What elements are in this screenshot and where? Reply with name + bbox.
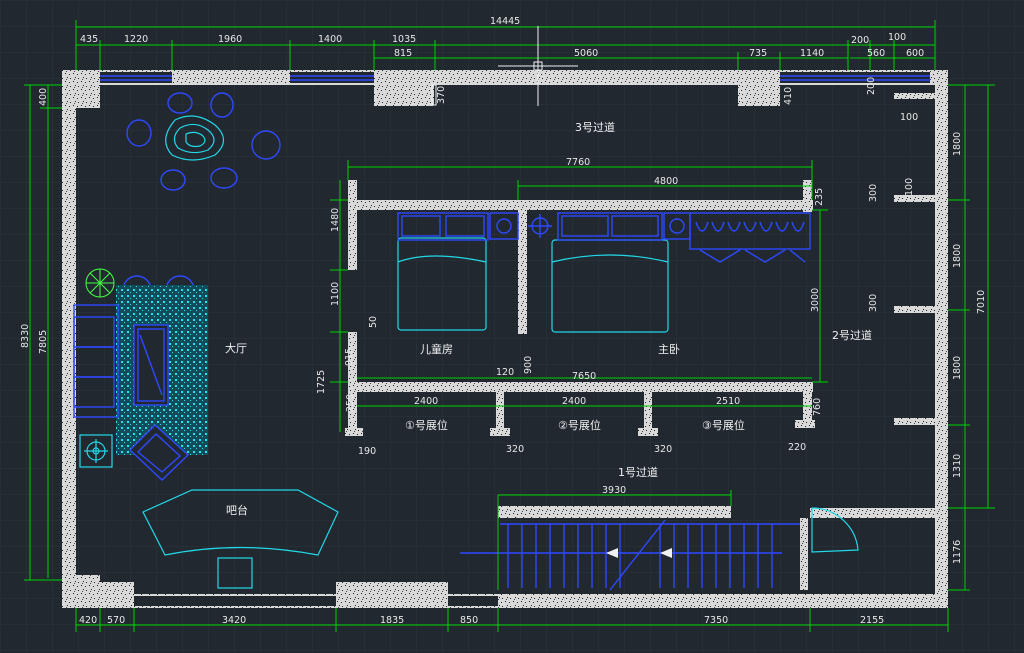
dim-top-600: 600 bbox=[906, 48, 924, 59]
dim-left-7805: 7805 bbox=[38, 330, 49, 354]
label-booth-3: ③号展位 bbox=[702, 418, 745, 432]
plant-icon bbox=[85, 268, 115, 298]
dim-320-b: 320 bbox=[654, 444, 672, 455]
dim-3000: 3000 bbox=[810, 288, 821, 312]
dim-right-1800-a: 1800 bbox=[952, 132, 963, 156]
dim-370: 370 bbox=[436, 86, 447, 104]
dim-top-5060: 5060 bbox=[574, 48, 598, 59]
dim-250: 250 bbox=[345, 394, 356, 412]
dim-bottom-2155: 2155 bbox=[860, 615, 884, 626]
dim-bottom-570: 570 bbox=[107, 615, 125, 626]
dim-100: 100 bbox=[900, 112, 918, 123]
dim-2400-b: 2400 bbox=[562, 396, 586, 407]
dim-top-735: 735 bbox=[749, 48, 767, 59]
dim-right-100: 100 bbox=[904, 178, 915, 196]
dim-bottom-850: 850 bbox=[460, 615, 478, 626]
dim-right-300-a: 300 bbox=[868, 184, 879, 202]
dim-915: 915 bbox=[344, 348, 355, 366]
dim-1725: 1725 bbox=[316, 370, 327, 394]
dim-bottom-7350: 7350 bbox=[704, 615, 728, 626]
dim-3930: 3930 bbox=[602, 485, 626, 496]
floor-plan-canvas: 大厅 儿童房 主卧 吧台 1号过道 2号过道 3号过道 ①号展位 ②号展位 ③号… bbox=[0, 0, 1024, 653]
dim-320-a: 320 bbox=[506, 444, 524, 455]
label-master-bedroom: 主卧 bbox=[658, 343, 680, 356]
dim-220: 220 bbox=[788, 442, 806, 453]
dim-top-435: 435 bbox=[80, 34, 98, 45]
dim-410: 410 bbox=[783, 87, 794, 105]
dim-top-1140: 1140 bbox=[800, 48, 824, 59]
dim-top-560: 560 bbox=[867, 48, 885, 59]
label-hall: 大厅 bbox=[225, 341, 247, 355]
dim-bottom-420: 420 bbox=[79, 615, 97, 626]
label-booth-1: ①号展位 bbox=[405, 418, 448, 432]
dim-bottom-3420: 3420 bbox=[222, 615, 246, 626]
dim-1480: 1480 bbox=[330, 208, 341, 232]
dim-left-8330: 8330 bbox=[20, 324, 31, 348]
label-corridor-1: 1号过道 bbox=[618, 465, 658, 479]
dim-2400-a: 2400 bbox=[414, 396, 438, 407]
dim-top-1220: 1220 bbox=[124, 34, 148, 45]
dim-right-1800-b: 1800 bbox=[952, 244, 963, 268]
dim-top-815: 815 bbox=[394, 48, 412, 59]
label-corridor-3: 3号过道 bbox=[575, 120, 615, 134]
dim-right-300-b: 300 bbox=[868, 294, 879, 312]
side-table-icon bbox=[79, 434, 113, 468]
dim-right-1800-c: 1800 bbox=[952, 356, 963, 380]
dim-right-7010: 7010 bbox=[976, 290, 987, 314]
dim-7650: 7650 bbox=[572, 371, 596, 382]
dim-900: 900 bbox=[523, 356, 534, 374]
dim-4800: 4800 bbox=[654, 176, 678, 187]
label-booth-2: ②号展位 bbox=[558, 418, 601, 432]
dim-50: 50 bbox=[368, 316, 379, 328]
dim-top-200: 200 bbox=[851, 35, 869, 46]
dim-200: 200 bbox=[866, 77, 877, 95]
dim-top-1960: 1960 bbox=[218, 34, 242, 45]
label-corridor-2: 2号过道 bbox=[832, 328, 872, 342]
coffee-table-icon bbox=[133, 324, 169, 406]
dim-235: 235 bbox=[814, 188, 825, 206]
dim-top-1035: 1035 bbox=[392, 34, 416, 45]
dim-top-100: 100 bbox=[888, 32, 906, 43]
label-kids-room: 儿童房 bbox=[420, 342, 453, 356]
dim-bottom-1835: 1835 bbox=[380, 615, 404, 626]
dim-left-400: 400 bbox=[38, 88, 49, 106]
dim-1100: 1100 bbox=[330, 282, 341, 306]
dim-right-1310: 1310 bbox=[952, 454, 963, 478]
dim-top-total: 14445 bbox=[490, 16, 520, 27]
dim-right-1176: 1176 bbox=[952, 540, 963, 564]
dim-2510: 2510 bbox=[716, 396, 740, 407]
label-bar: 吧台 bbox=[226, 503, 248, 517]
dim-120: 120 bbox=[496, 367, 514, 378]
dim-top-1400: 1400 bbox=[318, 34, 342, 45]
dim-190: 190 bbox=[358, 446, 376, 457]
dim-7760: 7760 bbox=[566, 157, 590, 168]
dim-760: 760 bbox=[812, 398, 823, 416]
